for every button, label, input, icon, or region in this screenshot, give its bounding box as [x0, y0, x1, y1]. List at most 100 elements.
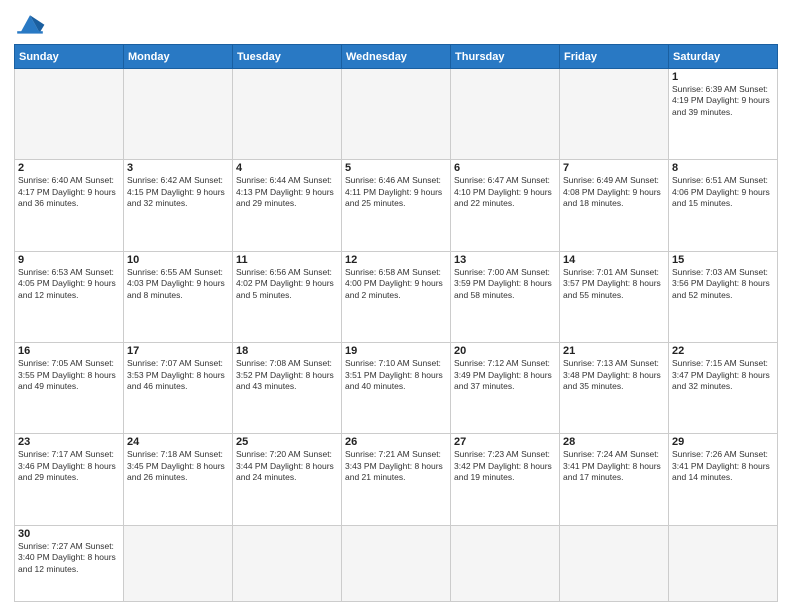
day-cell: 8Sunrise: 6:51 AM Sunset: 4:06 PM Daylig…	[669, 160, 778, 251]
day-number: 8	[672, 162, 774, 174]
day-info: Sunrise: 6:56 AM Sunset: 4:02 PM Dayligh…	[236, 267, 338, 301]
day-number: 3	[127, 162, 229, 174]
day-cell: 11Sunrise: 6:56 AM Sunset: 4:02 PM Dayli…	[233, 251, 342, 342]
day-number: 7	[563, 162, 665, 174]
day-number: 28	[563, 436, 665, 448]
day-number: 25	[236, 436, 338, 448]
day-cell: 27Sunrise: 7:23 AM Sunset: 3:42 PM Dayli…	[451, 434, 560, 525]
day-cell	[451, 525, 560, 601]
day-info: Sunrise: 7:08 AM Sunset: 3:52 PM Dayligh…	[236, 358, 338, 392]
day-number: 14	[563, 254, 665, 266]
day-info: Sunrise: 6:55 AM Sunset: 4:03 PM Dayligh…	[127, 267, 229, 301]
weekday-wednesday: Wednesday	[342, 45, 451, 69]
day-info: Sunrise: 6:53 AM Sunset: 4:05 PM Dayligh…	[18, 267, 120, 301]
day-number: 5	[345, 162, 447, 174]
day-info: Sunrise: 7:05 AM Sunset: 3:55 PM Dayligh…	[18, 358, 120, 392]
day-cell	[342, 525, 451, 601]
calendar-page: SundayMondayTuesdayWednesdayThursdayFrid…	[0, 0, 792, 612]
day-info: Sunrise: 7:13 AM Sunset: 3:48 PM Dayligh…	[563, 358, 665, 392]
day-info: Sunrise: 7:24 AM Sunset: 3:41 PM Dayligh…	[563, 449, 665, 483]
week-row-2: 2Sunrise: 6:40 AM Sunset: 4:17 PM Daylig…	[15, 160, 778, 251]
day-cell	[451, 69, 560, 160]
day-info: Sunrise: 6:39 AM Sunset: 4:19 PM Dayligh…	[672, 84, 774, 118]
day-number: 12	[345, 254, 447, 266]
day-info: Sunrise: 7:21 AM Sunset: 3:43 PM Dayligh…	[345, 449, 447, 483]
day-number: 20	[454, 345, 556, 357]
day-cell: 9Sunrise: 6:53 AM Sunset: 4:05 PM Daylig…	[15, 251, 124, 342]
day-number: 26	[345, 436, 447, 448]
day-number: 29	[672, 436, 774, 448]
day-info: Sunrise: 7:00 AM Sunset: 3:59 PM Dayligh…	[454, 267, 556, 301]
day-cell: 2Sunrise: 6:40 AM Sunset: 4:17 PM Daylig…	[15, 160, 124, 251]
weekday-tuesday: Tuesday	[233, 45, 342, 69]
day-info: Sunrise: 7:17 AM Sunset: 3:46 PM Dayligh…	[18, 449, 120, 483]
day-number: 23	[18, 436, 120, 448]
day-cell: 24Sunrise: 7:18 AM Sunset: 3:45 PM Dayli…	[124, 434, 233, 525]
day-cell: 13Sunrise: 7:00 AM Sunset: 3:59 PM Dayli…	[451, 251, 560, 342]
day-info: Sunrise: 7:07 AM Sunset: 3:53 PM Dayligh…	[127, 358, 229, 392]
logo	[14, 10, 50, 38]
day-number: 13	[454, 254, 556, 266]
weekday-monday: Monday	[124, 45, 233, 69]
day-info: Sunrise: 7:03 AM Sunset: 3:56 PM Dayligh…	[672, 267, 774, 301]
day-number: 17	[127, 345, 229, 357]
day-info: Sunrise: 6:47 AM Sunset: 4:10 PM Dayligh…	[454, 175, 556, 209]
week-row-6: 30Sunrise: 7:27 AM Sunset: 3:40 PM Dayli…	[15, 525, 778, 601]
day-cell	[560, 69, 669, 160]
day-number: 19	[345, 345, 447, 357]
header	[14, 10, 778, 38]
week-row-3: 9Sunrise: 6:53 AM Sunset: 4:05 PM Daylig…	[15, 251, 778, 342]
day-info: Sunrise: 6:58 AM Sunset: 4:00 PM Dayligh…	[345, 267, 447, 301]
day-cell: 15Sunrise: 7:03 AM Sunset: 3:56 PM Dayli…	[669, 251, 778, 342]
day-cell: 5Sunrise: 6:46 AM Sunset: 4:11 PM Daylig…	[342, 160, 451, 251]
day-number: 27	[454, 436, 556, 448]
day-number: 24	[127, 436, 229, 448]
day-info: Sunrise: 7:12 AM Sunset: 3:49 PM Dayligh…	[454, 358, 556, 392]
day-cell: 29Sunrise: 7:26 AM Sunset: 3:41 PM Dayli…	[669, 434, 778, 525]
day-number: 4	[236, 162, 338, 174]
day-cell	[124, 69, 233, 160]
day-cell: 17Sunrise: 7:07 AM Sunset: 3:53 PM Dayli…	[124, 343, 233, 434]
day-info: Sunrise: 6:46 AM Sunset: 4:11 PM Dayligh…	[345, 175, 447, 209]
week-row-1: 1Sunrise: 6:39 AM Sunset: 4:19 PM Daylig…	[15, 69, 778, 160]
calendar-table: SundayMondayTuesdayWednesdayThursdayFrid…	[14, 44, 778, 602]
day-info: Sunrise: 6:40 AM Sunset: 4:17 PM Dayligh…	[18, 175, 120, 209]
day-info: Sunrise: 7:26 AM Sunset: 3:41 PM Dayligh…	[672, 449, 774, 483]
day-cell	[233, 525, 342, 601]
day-info: Sunrise: 6:44 AM Sunset: 4:13 PM Dayligh…	[236, 175, 338, 209]
day-number: 1	[672, 71, 774, 83]
day-number: 30	[18, 528, 120, 540]
day-cell: 25Sunrise: 7:20 AM Sunset: 3:44 PM Dayli…	[233, 434, 342, 525]
weekday-saturday: Saturday	[669, 45, 778, 69]
day-cell: 4Sunrise: 6:44 AM Sunset: 4:13 PM Daylig…	[233, 160, 342, 251]
weekday-sunday: Sunday	[15, 45, 124, 69]
day-number: 16	[18, 345, 120, 357]
day-cell	[342, 69, 451, 160]
day-cell: 21Sunrise: 7:13 AM Sunset: 3:48 PM Dayli…	[560, 343, 669, 434]
day-cell: 18Sunrise: 7:08 AM Sunset: 3:52 PM Dayli…	[233, 343, 342, 434]
day-cell: 6Sunrise: 6:47 AM Sunset: 4:10 PM Daylig…	[451, 160, 560, 251]
day-info: Sunrise: 6:42 AM Sunset: 4:15 PM Dayligh…	[127, 175, 229, 209]
day-number: 21	[563, 345, 665, 357]
day-cell: 19Sunrise: 7:10 AM Sunset: 3:51 PM Dayli…	[342, 343, 451, 434]
day-info: Sunrise: 7:18 AM Sunset: 3:45 PM Dayligh…	[127, 449, 229, 483]
day-number: 2	[18, 162, 120, 174]
day-cell: 23Sunrise: 7:17 AM Sunset: 3:46 PM Dayli…	[15, 434, 124, 525]
week-row-4: 16Sunrise: 7:05 AM Sunset: 3:55 PM Dayli…	[15, 343, 778, 434]
weekday-thursday: Thursday	[451, 45, 560, 69]
day-info: Sunrise: 7:01 AM Sunset: 3:57 PM Dayligh…	[563, 267, 665, 301]
day-cell: 14Sunrise: 7:01 AM Sunset: 3:57 PM Dayli…	[560, 251, 669, 342]
day-number: 10	[127, 254, 229, 266]
weekday-friday: Friday	[560, 45, 669, 69]
day-number: 11	[236, 254, 338, 266]
day-info: Sunrise: 7:20 AM Sunset: 3:44 PM Dayligh…	[236, 449, 338, 483]
day-cell	[669, 525, 778, 601]
logo-icon	[14, 10, 46, 38]
day-cell: 28Sunrise: 7:24 AM Sunset: 3:41 PM Dayli…	[560, 434, 669, 525]
weekday-header-row: SundayMondayTuesdayWednesdayThursdayFrid…	[15, 45, 778, 69]
day-cell: 12Sunrise: 6:58 AM Sunset: 4:00 PM Dayli…	[342, 251, 451, 342]
day-number: 22	[672, 345, 774, 357]
day-number: 15	[672, 254, 774, 266]
day-cell: 20Sunrise: 7:12 AM Sunset: 3:49 PM Dayli…	[451, 343, 560, 434]
day-number: 18	[236, 345, 338, 357]
